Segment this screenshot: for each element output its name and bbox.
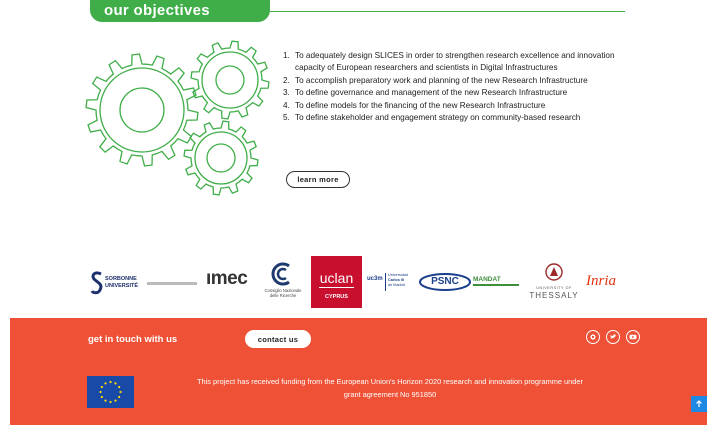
cnr-emblem-icon: [271, 262, 290, 286]
eu-star: [104, 382, 107, 385]
eu-star: [119, 390, 122, 394]
objective-item: 2. To accomplish preparatory work and pla…: [283, 75, 588, 85]
eu-star: [104, 399, 107, 402]
contact-us-button[interactable]: contact us: [245, 330, 311, 348]
twitter-icon[interactable]: [606, 330, 620, 344]
footer: get in touch with us contact us This pro…: [10, 318, 707, 425]
eu-star: [118, 385, 121, 389]
eu-star: [114, 399, 117, 402]
uc3m-logo[interactable]: uc3m Universidad Carlos III de Madrid: [367, 273, 417, 293]
objective-item: 4. To define models for the financing of …: [283, 100, 546, 110]
uclan-logo[interactable]: uclan CYPRUS: [311, 256, 362, 308]
get-in-touch-heading: get in touch with us: [88, 334, 178, 345]
top-gear-icon: [190, 40, 270, 120]
eu-star: [100, 385, 103, 389]
objectives-heading-text: our objectives: [104, 2, 210, 19]
mandat-logo[interactable]: MANDAT: [473, 276, 521, 290]
imec-logo[interactable]: ımec: [206, 268, 248, 290]
eu-star: [114, 382, 117, 385]
bottom-gear-icon-hub: [206, 143, 236, 173]
objective-item: 3. To define governance and management of…: [283, 88, 568, 98]
psnc-logo[interactable]: PSNC: [418, 272, 472, 292]
eu-star: [99, 390, 102, 394]
eu-star: [118, 395, 121, 399]
sorbonne-s-icon: [90, 271, 103, 295]
objectives-list: 1. To adequately design SLICES in order t…: [283, 50, 628, 124]
cnr-logo[interactable]: Consiglio Nazionale delle Ricerche: [260, 262, 306, 306]
eu-star: [109, 380, 112, 384]
sorbonne-logo[interactable]: SORBONNE UNIVERSITÉ: [90, 271, 202, 297]
partner-logos: SORBONNE UNIVERSITÉ ımec Consiglio Nazio…: [0, 256, 707, 312]
scroll-to-top-button[interactable]: [691, 396, 707, 412]
objectives-heading: our objectives: [90, 0, 270, 22]
objective-item: 1. To adequately design SLICES in order t…: [283, 51, 615, 73]
eu-star: [109, 400, 112, 404]
thessaly-emblem-icon: [545, 263, 563, 281]
large-gear-icon-hub: [119, 87, 165, 133]
funding-statement: This project has received funding from t…: [197, 377, 583, 399]
arrow-up-icon: [696, 400, 702, 407]
learn-more-button[interactable]: learn more: [286, 171, 350, 188]
eu-star: [100, 395, 103, 399]
eu-flag-icon: [87, 376, 134, 408]
github-icon[interactable]: [586, 330, 600, 344]
gears-illustration: [85, 40, 270, 196]
thessaly-logo[interactable]: UNIVERSITY OF THESSALY: [526, 262, 582, 308]
objective-item: 5. To define stakeholder and engagement s…: [283, 113, 581, 123]
large-gear-icon: [85, 53, 199, 167]
sorbonne-sub-logo: [147, 282, 197, 285]
inria-logo[interactable]: Inria: [586, 273, 616, 290]
heading-divider: [270, 11, 625, 12]
youtube-icon[interactable]: [626, 330, 640, 344]
top-gear-icon-hub: [215, 65, 245, 95]
